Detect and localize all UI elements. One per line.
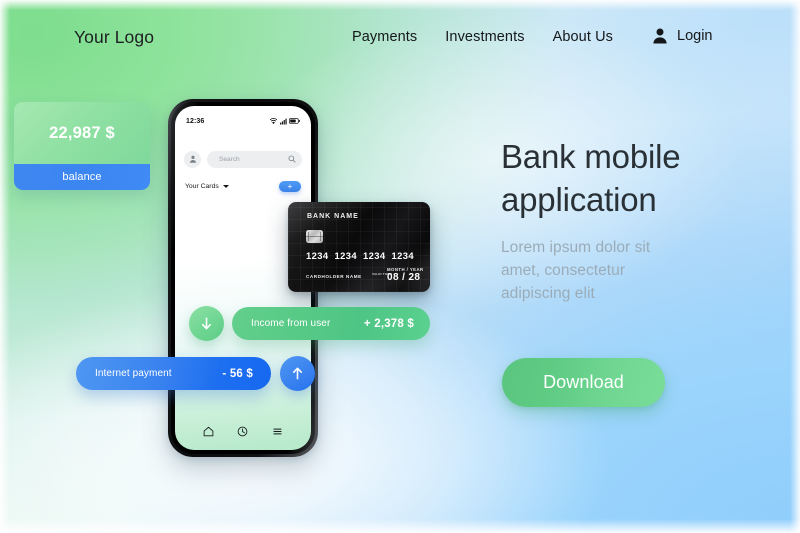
status-bar: 12:36 — [175, 114, 311, 128]
card-chip-icon — [306, 230, 323, 243]
your-cards-label: Your Cards — [185, 182, 219, 190]
signal-icon — [279, 118, 287, 125]
transaction-label: Income from user — [251, 318, 331, 329]
download-button[interactable]: Download — [502, 358, 665, 407]
nav-link-about-us[interactable]: About Us — [553, 29, 613, 45]
nav-link-payments[interactable]: Payments — [352, 29, 417, 45]
search-row: Search — [175, 150, 311, 168]
logo[interactable]: Your Logo — [74, 27, 154, 48]
transaction-row-payment[interactable]: Internet payment - 56 $ — [76, 357, 271, 390]
chevron-down-icon — [222, 184, 229, 188]
user-icon — [653, 28, 667, 44]
search-placeholder: Search — [219, 155, 240, 163]
balance-label-area: balance — [14, 164, 150, 190]
transaction-row-income[interactable]: Income from user + 2,378 $ — [232, 307, 430, 340]
login-button[interactable]: Login — [652, 27, 712, 44]
income-arrow-button[interactable] — [189, 306, 224, 341]
balance-amount-area: 22,987 $ — [14, 102, 150, 164]
add-card-button[interactable]: + — [279, 180, 301, 192]
bottom-nav — [175, 419, 311, 443]
card-holder-label: CARDHOLDER NAME — [306, 274, 362, 279]
user-icon — [189, 155, 196, 163]
clock-icon[interactable] — [237, 426, 248, 437]
home-icon[interactable] — [203, 426, 214, 437]
credit-card[interactable]: BANK NAME 1234 1234 1234 1234 CARDHOLDER… — [288, 202, 430, 292]
page-title: Bank mobile application — [501, 138, 681, 218]
your-cards-dropdown[interactable]: Your Cards — [185, 183, 229, 190]
transaction-label: Internet payment — [95, 368, 172, 379]
avatar[interactable] — [184, 150, 201, 168]
nav-link-investments[interactable]: Investments — [445, 29, 524, 45]
status-time: 12:36 — [186, 117, 205, 125]
card-number-group: 1234 — [391, 250, 414, 261]
menu-icon[interactable] — [272, 426, 283, 437]
card-number-group: 1234 — [334, 250, 357, 261]
transaction-amount: + 2,378 $ — [363, 317, 414, 330]
arrow-up-icon — [292, 367, 303, 380]
card-number-group: 1234 — [363, 250, 386, 261]
payment-arrow-button[interactable] — [280, 356, 315, 391]
search-icon — [288, 155, 296, 163]
main-nav: Payments Investments About Us — [352, 29, 613, 45]
card-expiry: 08 / 28 — [387, 272, 421, 283]
status-icons — [270, 117, 300, 125]
landing-page: Your Logo Payments Investments About Us … — [0, 0, 800, 533]
site-header: Your Logo Payments Investments About Us … — [0, 0, 800, 78]
arrow-down-icon — [201, 317, 212, 330]
card-number: 1234 1234 1234 1234 — [306, 250, 414, 261]
wifi-icon — [270, 117, 277, 124]
search-input[interactable]: Search — [207, 150, 302, 168]
balance-card[interactable]: 22,987 $ balance — [14, 102, 150, 190]
your-cards-row: Your Cards + — [175, 178, 311, 194]
balance-label: balance — [62, 171, 102, 183]
card-bank-name: BANK NAME — [307, 213, 359, 220]
hero-subtitle: Lorem ipsum dolor sit amet, consectetur … — [501, 239, 651, 302]
login-label: Login — [677, 27, 713, 44]
battery-icon — [289, 118, 300, 124]
transaction-amount: - 56 $ — [222, 367, 253, 380]
balance-amount: 22,987 $ — [49, 123, 115, 142]
card-number-group: 1234 — [306, 250, 329, 261]
